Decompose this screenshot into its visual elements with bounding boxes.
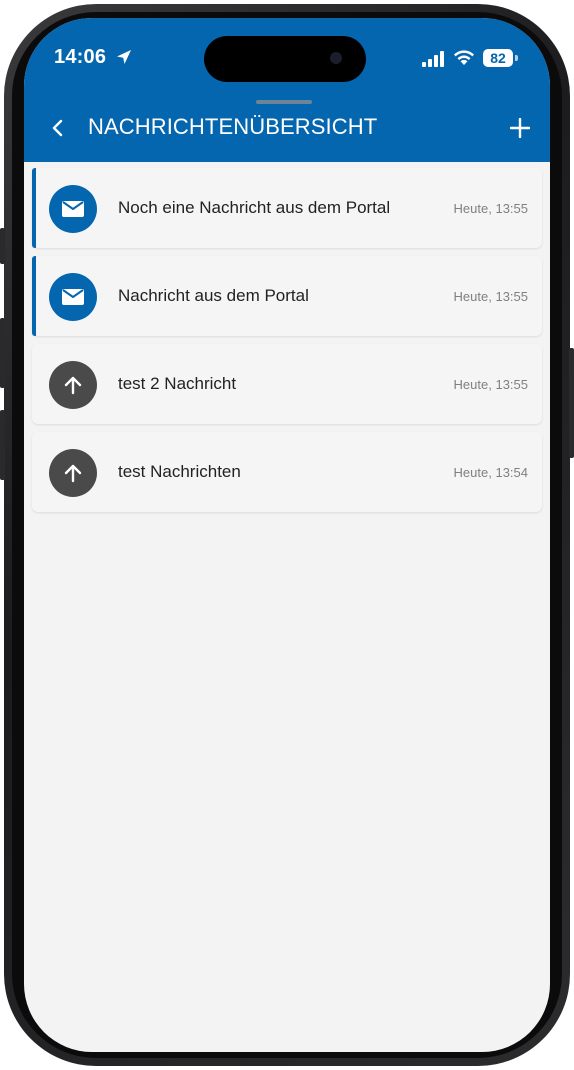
arrow-up-icon: [64, 464, 82, 483]
battery-level: 82: [490, 50, 506, 66]
message-row[interactable]: test Nachrichten Heute, 13:54: [32, 432, 542, 512]
message-row[interactable]: test 2 Nachricht Heute, 13:55: [32, 344, 542, 424]
message-type-badge: [49, 361, 97, 409]
cellular-signal-icon: [422, 51, 444, 67]
plus-icon: [510, 118, 530, 138]
message-row[interactable]: Nachricht aus dem Portal Heute, 13:55: [32, 256, 542, 336]
action-button: [0, 228, 5, 264]
envelope-icon: [62, 201, 84, 217]
volume-up-button: [0, 318, 5, 388]
arrow-up-icon: [64, 376, 82, 395]
message-type-badge: [49, 449, 97, 497]
battery-tip: [515, 55, 518, 61]
message-subject: Nachricht aus dem Portal: [118, 286, 309, 305]
chevron-left-icon: [52, 119, 63, 137]
volume-down-button: [0, 410, 5, 480]
app-header: 14:06 82 NACHRICHTENÜBERSICHT: [24, 18, 550, 162]
message-subject: Noch eine Nachricht aus dem Portal: [118, 198, 391, 217]
sheet-grabber[interactable]: [256, 100, 312, 104]
message-time: Heute, 13:55: [453, 201, 528, 216]
app-screen: 14:06 82 NACHRICHTENÜBERSICHT Noch eine …: [24, 18, 550, 1052]
message-time: Heute, 13:55: [453, 289, 528, 304]
message-type-badge: [49, 185, 97, 233]
message-row[interactable]: Noch eine Nachricht aus dem Portal Heute…: [32, 168, 542, 248]
envelope-icon: [62, 289, 84, 305]
status-time: 14:06: [54, 46, 107, 68]
battery-indicator: 82: [483, 49, 513, 67]
back-button[interactable]: [40, 110, 76, 146]
message-time: Heute, 13:55: [453, 377, 528, 392]
page-title: NACHRICHTENÜBERSICHT: [88, 114, 378, 139]
power-button: [569, 348, 574, 458]
message-subject: test Nachrichten: [118, 462, 241, 481]
wifi-icon: [454, 50, 474, 65]
add-message-button[interactable]: [500, 108, 540, 148]
location-arrow-icon: [117, 50, 131, 64]
message-subject: test 2 Nachricht: [118, 374, 237, 393]
message-list: Noch eine Nachricht aus dem Portal Heute…: [32, 168, 542, 520]
camera-dot: [330, 52, 342, 64]
message-time: Heute, 13:54: [453, 465, 528, 480]
message-type-badge: [49, 273, 97, 321]
